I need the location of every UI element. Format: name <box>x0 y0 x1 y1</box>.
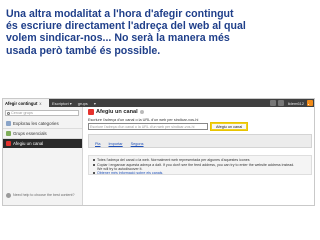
instruction-text: Escriure l'adreça d'un canal o la URL d'… <box>88 118 199 122</box>
link-plain[interactable]: Pla <box>95 142 101 146</box>
sidebar-item-add-feed[interactable]: Afegiu un canal <box>3 139 82 148</box>
main-content: Afegiu un canal Escriure l'adreça d'un c… <box>84 107 314 205</box>
note-row: Obtener més informació sobre els canals. <box>93 171 163 175</box>
note-row: Totes l'adreça del canal o la web. Norma… <box>93 158 250 162</box>
sidebar-item-essentials[interactable]: Grups essencials <box>3 129 82 138</box>
feed-icon <box>88 109 94 115</box>
feed-url-input[interactable]: Escriure l'adreça d'un canal o la URL d'… <box>88 123 208 130</box>
user-menu[interactable]: lidem612 <box>285 101 307 106</box>
settings-icon[interactable] <box>269 100 276 106</box>
embedded-screenshot: Afegir contingut x Escriptori ▾ grups ▾ … <box>2 98 315 206</box>
sidebar: Cercar grups Explorau les categories Gru… <box>3 107 83 205</box>
help-box[interactable]: Need help to choose the best content? <box>6 193 80 198</box>
page-title: Afegiu un canal <box>96 109 138 115</box>
caption-text: Una altra modalitat a l'hora d'afegir co… <box>6 8 310 57</box>
tab-label: Afegir contingut <box>5 100 38 106</box>
plus-icon <box>6 141 11 146</box>
url-row: Escriure l'adreça d'un canal o la URL d'… <box>88 122 249 131</box>
options-panel: Pla Importar Segons <box>88 134 312 148</box>
tab-add-content[interactable]: Afegir contingut x <box>3 99 49 107</box>
note-link[interactable]: Obtener més informació sobre els canals. <box>97 171 163 175</box>
rss-icon[interactable] <box>307 100 313 106</box>
link-next[interactable]: Segons <box>131 142 144 146</box>
caption-line: Una altra modalitat a l'hora d'afegir co… <box>6 8 234 20</box>
menu-more[interactable]: ▾ <box>91 101 99 106</box>
panel-links: Pla Importar Segons <box>95 142 144 146</box>
sidebar-item-label: Grups essencials <box>13 131 47 136</box>
caption-line: usada però també és possible. <box>6 44 161 57</box>
caption-line: és escriure directament l'adreça del web… <box>6 20 246 33</box>
user-name: lidem612 <box>287 100 304 106</box>
search-icon <box>7 111 10 115</box>
bullet-icon <box>93 164 95 166</box>
sidebar-item-label: Afegiu un canal <box>13 141 44 146</box>
caption-line: volem sindicar-nos... No serà la manera … <box>6 32 230 45</box>
menu-desktop[interactable]: Escriptori ▾ <box>49 101 75 106</box>
link-import[interactable]: Importar <box>109 142 123 146</box>
top-bar: Afegir contingut x Escriptori ▾ grups ▾ … <box>3 99 314 107</box>
sidebar-item-explore[interactable]: Explorau les categories <box>3 119 82 128</box>
window-icon[interactable] <box>277 100 284 106</box>
notes-box: Totes l'adreça del canal o la web. Norma… <box>88 155 312 175</box>
sidebar-item-label: Explorau les categories <box>13 121 59 126</box>
folder-icon <box>6 121 11 126</box>
sidebar-search-input[interactable]: Cercar grups <box>5 110 79 116</box>
page-header: Afegiu un canal <box>88 109 144 115</box>
help-icon <box>6 193 11 198</box>
star-icon <box>6 131 11 136</box>
close-icon[interactable]: x <box>39 101 41 106</box>
note-text: Totes l'adreça del canal o la web. Norma… <box>97 158 250 162</box>
add-feed-button[interactable]: Afegiu un canal <box>209 122 249 131</box>
menu-groups[interactable]: grups <box>75 101 91 106</box>
search-placeholder: Cercar grups <box>11 111 33 115</box>
url-placeholder: Escriure l'adreça d'un canal o la URL d'… <box>90 124 195 129</box>
help-text: Need help to choose the best content? <box>13 193 75 197</box>
bullet-icon <box>93 172 95 174</box>
help-icon[interactable] <box>139 110 144 114</box>
bullet-icon <box>93 159 95 161</box>
